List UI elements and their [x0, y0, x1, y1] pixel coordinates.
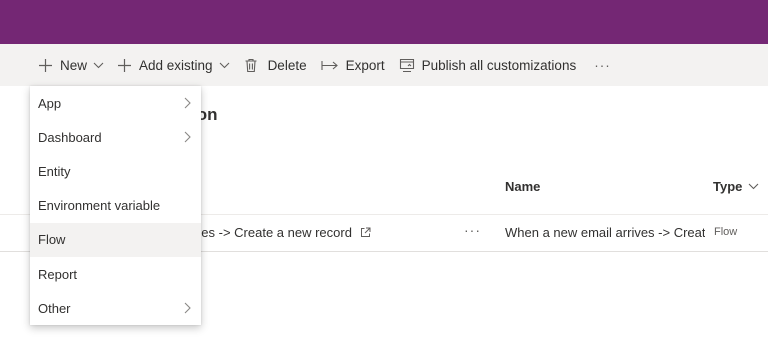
column-header-type[interactable]: Type — [713, 179, 759, 194]
add-existing-button-label: Add existing — [139, 57, 213, 73]
chevron-down-icon — [748, 183, 759, 190]
app-header-bar — [0, 0, 768, 44]
menu-item-report[interactable]: Report — [30, 257, 201, 291]
menu-item-other[interactable]: Other — [30, 291, 201, 325]
menu-item-environment-variable[interactable]: Environment variable — [30, 189, 201, 223]
column-header-type-label: Type — [713, 179, 743, 194]
menu-item-label: Report — [38, 266, 78, 282]
menu-item-dashboard[interactable]: Dashboard — [30, 120, 201, 154]
new-dropdown-menu: App Dashboard Entity Environment variabl… — [30, 86, 201, 325]
more-commands-button[interactable]: ··· — [594, 44, 611, 86]
menu-item-label: Entity — [38, 163, 71, 179]
delete-button-label: Delete — [267, 57, 307, 73]
row-display-name-link[interactable]: arrives -> Create a new record — [176, 225, 371, 240]
column-header-name[interactable]: Name — [505, 179, 540, 194]
publish-all-customizations-button[interactable]: Publish all customizations — [399, 44, 577, 86]
delete-button[interactable]: Delete — [244, 44, 307, 86]
menu-item-flow[interactable]: Flow — [30, 222, 201, 257]
chevron-right-icon — [184, 97, 191, 109]
chevron-down-icon — [93, 62, 104, 69]
menu-item-label: Environment variable — [38, 198, 161, 214]
open-in-new-window-icon[interactable] — [360, 227, 371, 238]
row-more-button[interactable]: ··· — [464, 222, 481, 238]
new-button-label: New — [60, 57, 88, 73]
plus-icon — [117, 58, 132, 73]
plus-icon — [38, 58, 53, 73]
publish-button-label: Publish all customizations — [421, 57, 577, 73]
menu-item-label: App — [38, 95, 62, 111]
add-existing-button[interactable]: Add existing — [117, 44, 230, 86]
menu-item-label: Flow — [38, 232, 66, 248]
menu-item-label: Other — [38, 300, 71, 316]
row-name: When a new email arrives -> Create a new… — [505, 225, 705, 240]
more-icon: ··· — [594, 57, 611, 73]
menu-item-app[interactable]: App — [30, 86, 201, 120]
chevron-down-icon — [219, 62, 230, 69]
command-bar: New Add existing Delete Export Publish a… — [0, 44, 768, 86]
row-type: Flow — [714, 226, 738, 238]
export-arrow-icon — [321, 60, 339, 71]
chevron-right-icon — [184, 302, 191, 314]
export-button[interactable]: Export — [321, 44, 385, 86]
chevron-right-icon — [184, 131, 191, 143]
export-button-label: Export — [345, 57, 385, 73]
row-display-name: arrives -> Create a new record — [176, 225, 352, 240]
trash-icon — [244, 58, 258, 73]
menu-item-label: Dashboard — [38, 129, 102, 145]
publish-icon — [399, 58, 415, 73]
menu-item-entity[interactable]: Entity — [30, 154, 201, 188]
new-button[interactable]: New — [38, 44, 104, 86]
